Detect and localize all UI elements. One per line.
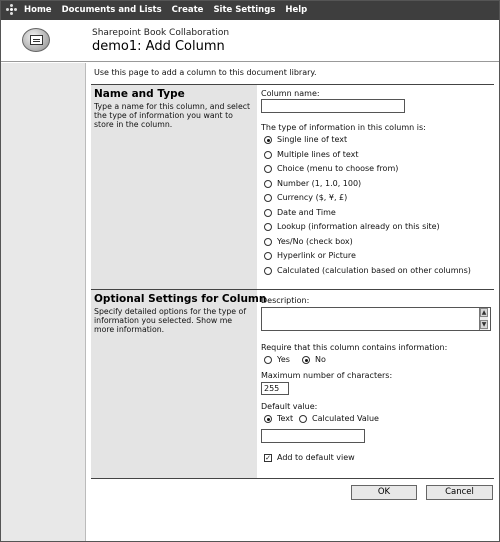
column-type-radio[interactable]	[264, 252, 272, 260]
intro-text: Use this page to add a column to this do…	[94, 68, 317, 77]
column-type-option-label: Hyperlink or Picture	[277, 251, 356, 260]
column-type-radio[interactable]	[264, 237, 272, 246]
column-type-radio[interactable]	[264, 179, 272, 188]
form-bottom-divider	[91, 478, 494, 479]
column-type-option-label: Number (1, 1.0, 100)	[277, 178, 362, 188]
ok-button[interactable]: OK	[351, 485, 417, 500]
default-value-input[interactable]	[261, 429, 365, 443]
require-no-radio[interactable]	[302, 356, 310, 364]
top-nav-bar: Home Documents and Lists Create Site Set…	[0, 0, 500, 20]
column-name-input[interactable]	[261, 99, 405, 113]
section-description: Specify detailed options for the type of…	[94, 307, 254, 334]
require-yes-radio[interactable]	[264, 356, 272, 364]
nav-help-link[interactable]: Help	[285, 5, 307, 15]
require-yes-label: Yes	[277, 355, 290, 364]
nav-home-link[interactable]: Home	[24, 5, 52, 15]
default-calculated-radio[interactable]	[299, 415, 307, 423]
column-type-option-label: Date and Time	[277, 207, 336, 217]
sharepoint-logo-icon[interactable]	[6, 4, 18, 16]
page-header: Sharepoint Book Collaboration demo1: Add…	[0, 20, 500, 62]
left-sidebar	[0, 63, 86, 542]
max-chars-label: Maximum number of characters:	[261, 371, 393, 380]
column-type-label: The type of information in this column i…	[261, 123, 426, 132]
column-type-radio[interactable]	[264, 266, 272, 275]
nav-create-link[interactable]: Create	[172, 5, 204, 15]
nav-documents-and-lists-link[interactable]: Documents and Lists	[62, 5, 162, 15]
column-type-radio[interactable]	[264, 208, 272, 217]
require-label: Require that this column contains inform…	[261, 343, 448, 352]
section-title: Optional Settings for Column	[94, 293, 267, 305]
document-library-icon	[22, 28, 50, 52]
default-value-label: Default value:	[261, 402, 318, 411]
add-to-default-view-label: Add to default view	[277, 453, 355, 462]
section-description: Type a name for this column, and select …	[94, 102, 251, 129]
site-name[interactable]: Sharepoint Book Collaboration	[92, 28, 229, 38]
column-type-radio[interactable]	[264, 150, 272, 159]
column-type-option-label: Currency ($, ¥, £)	[277, 193, 348, 202]
default-text-radio[interactable]	[264, 415, 272, 423]
column-name-label: Column name:	[261, 89, 320, 98]
description-label: Description:	[261, 296, 310, 305]
column-type-option-label: Yes/No (check box)	[277, 236, 353, 246]
page-title: demo1: Add Column	[92, 39, 225, 54]
column-type-option-label: Multiple lines of text	[277, 149, 359, 159]
default-calculated-label: Calculated Value	[312, 414, 379, 423]
column-type-option-label: Single line of text	[277, 135, 348, 144]
cancel-button[interactable]: Cancel	[426, 485, 493, 500]
scroll-up-icon[interactable]: ▲	[480, 308, 488, 317]
description-textarea[interactable]	[261, 307, 491, 331]
column-type-option-label: Choice (menu to choose from)	[277, 164, 399, 173]
nav-site-settings-link[interactable]: Site Settings	[213, 5, 275, 15]
name-and-type-section: Name and Type Type a name for this colum…	[91, 84, 494, 289]
max-chars-input[interactable]: 255	[261, 382, 289, 395]
require-no-label: No	[315, 355, 326, 364]
optional-settings-section: Optional Settings for Column Specify det…	[91, 289, 494, 478]
column-type-radio[interactable]	[264, 223, 272, 231]
column-type-radio[interactable]	[264, 194, 272, 202]
default-text-label: Text	[277, 414, 294, 423]
section-title: Name and Type	[94, 88, 185, 100]
column-type-option-label: Calculated (calculation based on other c…	[277, 265, 471, 275]
column-type-option-label: Lookup (information already on this site…	[277, 222, 440, 231]
description-scrollbar[interactable]: ▲ ▼	[479, 308, 488, 330]
add-to-default-view-checkbox[interactable]: ✓	[264, 454, 272, 462]
column-type-radio[interactable]	[264, 136, 272, 144]
column-type-radio[interactable]	[264, 165, 272, 173]
scroll-down-icon[interactable]: ▼	[480, 320, 488, 329]
